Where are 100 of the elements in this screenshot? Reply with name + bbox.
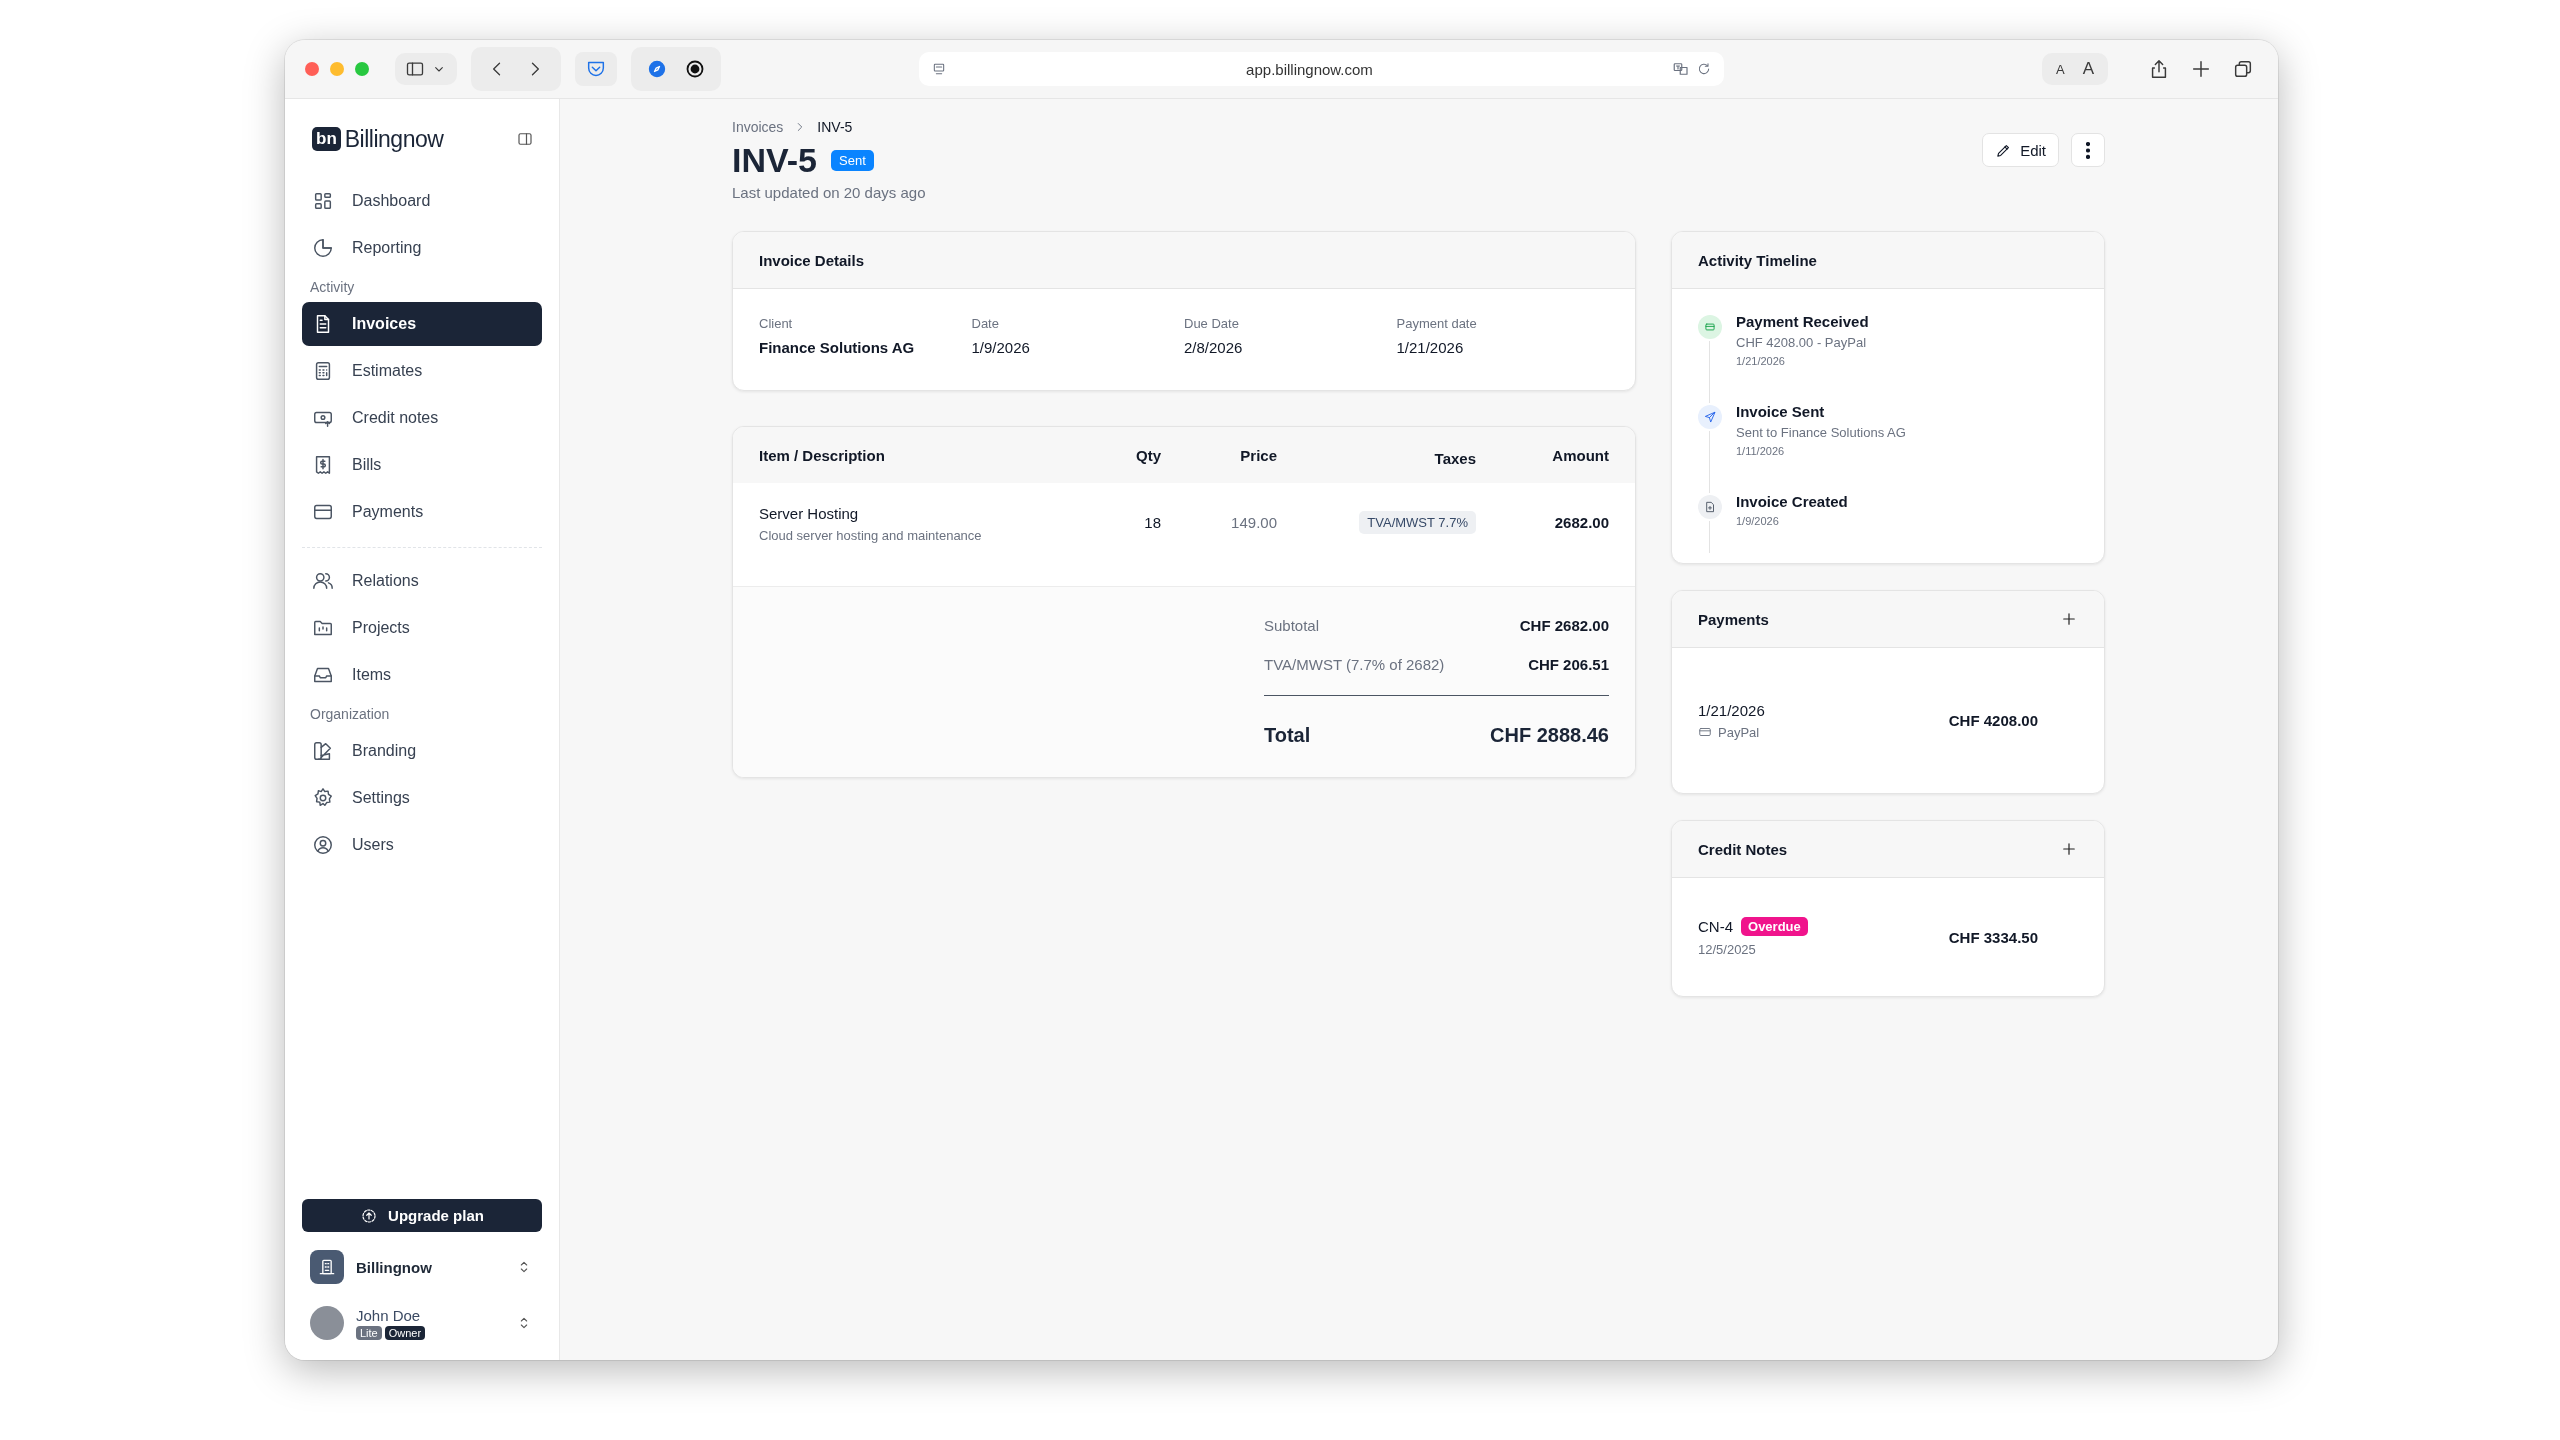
send-icon [1703, 410, 1717, 424]
credit-card-icon [1698, 725, 1712, 739]
brand-name: Billingnow [344, 125, 444, 153]
table-cell-text: 2682.00 [1553, 513, 1609, 531]
event-detail: CHF 4208.00 - PayPal [1736, 335, 1868, 350]
plan-badge: Owner [384, 1325, 426, 1340]
event-date: 1/21/2026 [1736, 355, 1786, 367]
credit-note-number: CN-4 [1698, 918, 1733, 935]
nav-item[interactable]: Estimates [302, 349, 542, 393]
column-header: Qty [1135, 446, 1161, 464]
record-icon [685, 59, 705, 79]
total-value: CHF 2682.00 [1519, 617, 1609, 634]
page-icon [931, 61, 947, 77]
payment-amount: CHF 4208.00 [1948, 712, 2038, 729]
nav-item[interactable]: Users [302, 823, 542, 867]
field-label: Payment date [1396, 316, 1478, 331]
column-header: Item / Description [759, 446, 886, 464]
status-badge: Sent [831, 150, 874, 171]
url-text: app.billingnow.com [1245, 60, 1374, 78]
nav-item[interactable]: Bills [302, 443, 542, 487]
nav-item[interactable]: Items [302, 653, 542, 697]
grid-icon [312, 190, 334, 212]
field-label: Due Date [1184, 316, 1240, 331]
plan-badge: Lite [356, 1325, 382, 1340]
tabs-icon [2232, 58, 2254, 80]
credit-note-amount: CHF 3334.50 [1948, 928, 2038, 946]
event-title: Invoice Sent [1736, 403, 1826, 420]
file-plus-icon [1703, 500, 1717, 514]
status-badge: Overdue [1741, 917, 1808, 936]
close-button[interactable] [305, 62, 319, 76]
tax-tag: TVA/MWST 7.7% [1359, 511, 1476, 534]
page-title: INV-5 [732, 141, 818, 180]
field-value: 1/21/2026 [1396, 339, 1465, 356]
sidebar-toggle-button[interactable] [395, 53, 457, 85]
workspace-name: Billingnow [356, 1258, 433, 1276]
payment-method: PayPal [1718, 724, 1760, 740]
add-button[interactable] [2060, 610, 2078, 628]
last-updated-text: Last updated on 20 days ago [732, 184, 926, 201]
more-vertical-icon [2086, 141, 2090, 159]
edit-button[interactable]: Edit [1982, 133, 2059, 167]
nav-item[interactable]: Invoices [302, 302, 542, 346]
event-title: Payment Received [1736, 313, 1869, 330]
nav-item[interactable]: Payments [302, 490, 542, 534]
field-label: Client [759, 316, 794, 331]
plus-icon [2190, 58, 2212, 80]
address-bar[interactable]: app.billingnow.com [919, 52, 1724, 86]
increase-text-button[interactable]: A [2082, 59, 2094, 79]
people-icon [312, 570, 334, 592]
breadcrumb-item[interactable]: Invoices [732, 119, 784, 135]
event-title: Invoice Created [1736, 493, 1848, 510]
payment-date: 1/21/2026 [1698, 701, 1765, 719]
workspace-switcher[interactable]: Billingnow [302, 1246, 542, 1288]
section-heading: Organization [309, 705, 391, 724]
nav-item[interactable]: Relations [302, 559, 542, 603]
table-cell-text: 18 [1143, 513, 1161, 531]
upgrade-icon [360, 1206, 379, 1225]
card-title: Credit Notes [1698, 840, 1788, 858]
card-title: Payments [1698, 610, 1769, 628]
reload-icon[interactable] [1696, 61, 1712, 77]
field-value: 2/8/2026 [1184, 339, 1244, 356]
building-glyph-icon [317, 1257, 337, 1277]
breadcrumb-item: INV-5 [817, 119, 853, 135]
nav-item[interactable]: Reporting [302, 226, 542, 270]
nav-item[interactable]: Settings [302, 776, 542, 820]
total-label: Subtotal [1264, 617, 1320, 634]
field-label: Date [971, 316, 1000, 331]
avatar [310, 1306, 344, 1340]
swatch-icon [312, 740, 334, 762]
plus-icon [2060, 840, 2078, 858]
user-name: John Doe [356, 1306, 422, 1324]
compass-icon [647, 59, 667, 79]
credit-note-date: 12/5/2025 [1698, 942, 1757, 957]
grand-total-value: CHF 2888.46 [1490, 724, 1609, 747]
column-header: Amount [1551, 446, 1609, 464]
settings-icon [312, 787, 334, 809]
logo-mark: bn [312, 127, 341, 151]
panel-icon [516, 130, 534, 148]
column-header: Price [1239, 446, 1277, 464]
upgrade-button[interactable]: Upgrade plan [302, 1199, 542, 1232]
decrease-text-button[interactable]: A [2055, 61, 2065, 77]
column-header: Taxes [1433, 448, 1476, 467]
nav-item[interactable]: Projects [302, 606, 542, 650]
translate-icon[interactable] [1672, 60, 1690, 78]
user-switcher[interactable]: John Doe Lite Owner [302, 1302, 542, 1344]
more-button[interactable] [2071, 133, 2105, 167]
add-button[interactable] [2060, 840, 2078, 858]
plus-icon [2060, 610, 2078, 628]
event-date: 1/11/2026 [1736, 445, 1786, 457]
card-title: Invoice Details [759, 251, 865, 269]
item-description: Cloud server hosting and maintenance [759, 528, 983, 543]
card-title: Activity Timeline [1698, 251, 1817, 269]
nav-item[interactable]: Credit notes [302, 396, 542, 440]
event-date: 1/9/2026 [1736, 515, 1780, 527]
total-value: CHF 206.51 [1528, 656, 1609, 673]
user-circle-icon [312, 834, 334, 856]
nav-item[interactable]: Branding [302, 729, 542, 773]
event-detail: Sent to Finance Solutions AG [1736, 425, 1906, 440]
collapse-sidebar-button[interactable] [516, 130, 534, 148]
grand-total-label: Total [1264, 724, 1311, 747]
nav-item[interactable]: Dashboard [302, 179, 542, 223]
